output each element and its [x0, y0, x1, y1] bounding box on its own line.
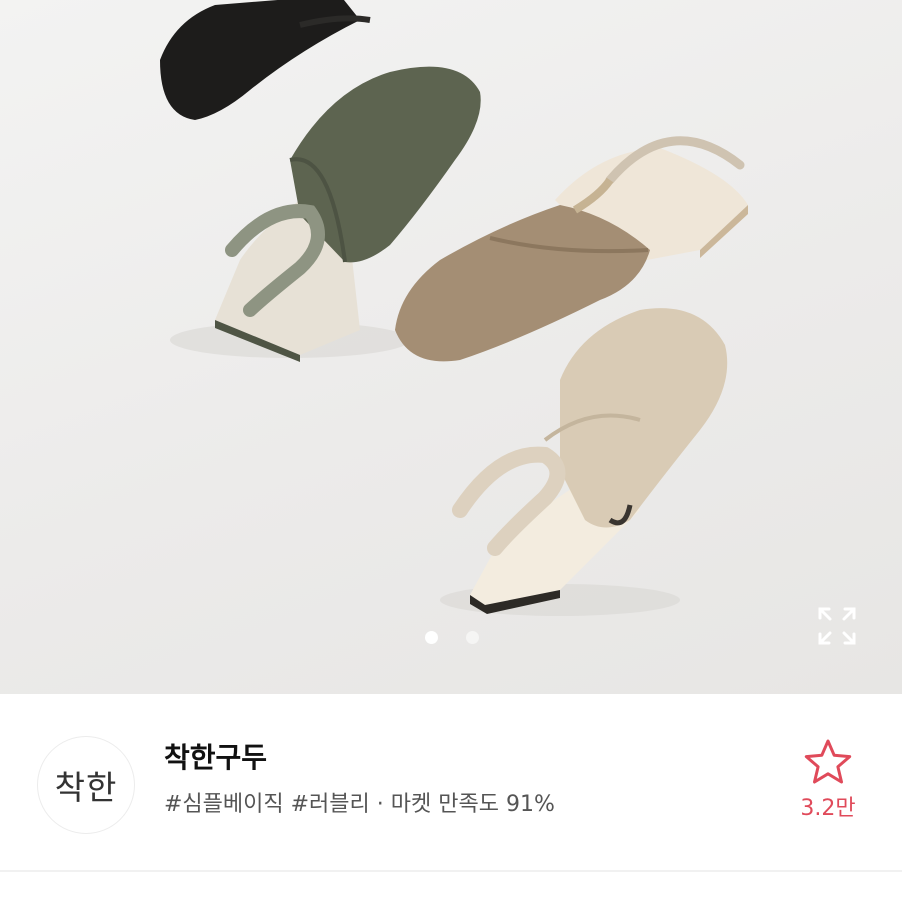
beige-shoe: [452, 308, 728, 614]
expand-button[interactable]: [814, 603, 860, 649]
expand-icon: [818, 607, 856, 645]
carousel-dot-2[interactable]: [466, 631, 479, 644]
seller-tags: #심플베이직 #러블리 · 마켓 만족도 91%: [164, 792, 555, 817]
carousel-dots: [0, 627, 902, 647]
star-outline-icon: [804, 739, 852, 784]
seller-logo-text: 착한: [54, 768, 118, 807]
product-image-carousel[interactable]: [0, 0, 902, 694]
seller-name[interactable]: 착한구두: [164, 736, 267, 776]
seller-info-bar: [0, 694, 902, 870]
carousel-dot-1[interactable]: [425, 631, 438, 644]
product-photo: [160, 0, 748, 616]
favorite-count: 3.2만: [800, 796, 856, 821]
seller-logo[interactable]: 착한: [37, 736, 135, 834]
section-divider: [0, 870, 902, 872]
favorite-button[interactable]: 3.2만: [790, 736, 866, 836]
